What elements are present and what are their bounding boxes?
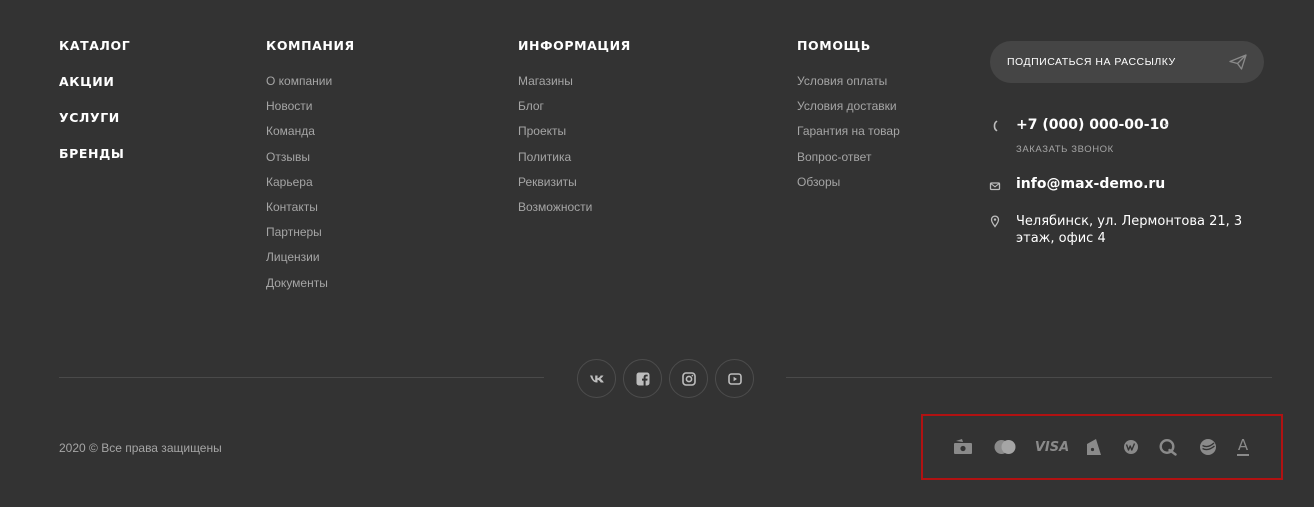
youtube-icon (727, 372, 742, 385)
mail-icon (989, 182, 1001, 191)
nav-promotions-link[interactable]: АКЦИИ (59, 74, 114, 89)
info-link[interactable]: Магазины (518, 73, 592, 98)
visa-icon: VISA (1034, 439, 1070, 455)
company-link[interactable]: Лицензии (266, 249, 332, 274)
nav-catalog-link[interactable]: КАТАЛОГ (59, 38, 130, 53)
info-link[interactable]: Проекты (518, 123, 592, 148)
divider-left (59, 377, 544, 378)
nav-services-link[interactable]: УСЛУГИ (59, 110, 120, 125)
info-link[interactable]: Реквизиты (518, 174, 592, 199)
paper-plane-icon (1229, 54, 1247, 70)
company-link[interactable]: Партнеры (266, 224, 332, 249)
company-link[interactable]: Документы (266, 275, 332, 300)
help-column-title: ПОМОЩЬ (797, 38, 871, 53)
company-links: О компании Новости Команда Отзывы Карьер… (266, 73, 332, 300)
mastercard-icon (992, 437, 1018, 457)
youtube-button[interactable] (715, 359, 754, 398)
company-link[interactable]: Команда (266, 123, 332, 148)
qiwi-icon (1158, 437, 1178, 457)
divider-right (786, 377, 1272, 378)
company-link[interactable]: Карьера (266, 174, 332, 199)
phone-number[interactable]: +7 (000) 000-00-10 (1016, 117, 1169, 133)
info-link[interactable]: Блог (518, 98, 592, 123)
help-link[interactable]: Условия доставки (797, 98, 900, 123)
company-link[interactable]: Отзывы (266, 149, 332, 174)
help-links: Условия оплаты Условия доставки Гарантия… (797, 73, 900, 199)
vk-icon (589, 375, 604, 382)
chevron-down-icon[interactable] (1164, 124, 1168, 127)
phone-icon (993, 120, 998, 132)
copyright-text: 2020 © Все права защищены (59, 441, 222, 455)
nav-brands-link[interactable]: БРЕНДЫ (59, 146, 124, 161)
vk-button[interactable] (577, 359, 616, 398)
info-column-title: ИНФОРМАЦИЯ (518, 38, 631, 53)
office-address: Челябинск, ул. Лермонтова 21, 3 этаж, оф… (1016, 214, 1243, 246)
payment-methods-highlight (921, 414, 1283, 480)
facebook-button[interactable] (623, 359, 662, 398)
info-link[interactable]: Политика (518, 149, 592, 174)
help-link[interactable]: Обзоры (797, 174, 900, 199)
company-column-title: КОМПАНИЯ (266, 38, 355, 53)
help-link[interactable]: Вопрос-ответ (797, 149, 900, 174)
company-link[interactable]: О компании (266, 73, 332, 98)
help-link[interactable]: Гарантия на товар (797, 123, 900, 148)
request-callback-link[interactable]: ЗАКАЗАТЬ ЗВОНОК (1016, 144, 1114, 155)
company-link[interactable]: Новости (266, 98, 332, 123)
instagram-icon (681, 371, 696, 386)
subscribe-label: ПОДПИСАТЬСЯ НА РАССЫЛКУ (1007, 56, 1176, 68)
info-link[interactable]: Возможности (518, 199, 592, 224)
help-link[interactable]: Условия оплаты (797, 73, 900, 98)
email-link[interactable]: info@max-demo.ru (1016, 176, 1165, 192)
subscribe-button[interactable]: ПОДПИСАТЬСЯ НА РАССЫЛКУ (990, 41, 1264, 83)
sberbank-icon (1198, 437, 1218, 457)
yandex-money-icon (1086, 437, 1102, 457)
info-links: Магазины Блог Проекты Политика Реквизиты… (518, 73, 592, 224)
company-link[interactable]: Контакты (266, 199, 332, 224)
instagram-button[interactable] (669, 359, 708, 398)
facebook-icon (636, 372, 649, 386)
alfa-bank-icon: A (1237, 436, 1249, 456)
cash-icon (953, 437, 973, 457)
webmoney-icon (1123, 437, 1139, 457)
location-pin-icon (990, 215, 1000, 228)
